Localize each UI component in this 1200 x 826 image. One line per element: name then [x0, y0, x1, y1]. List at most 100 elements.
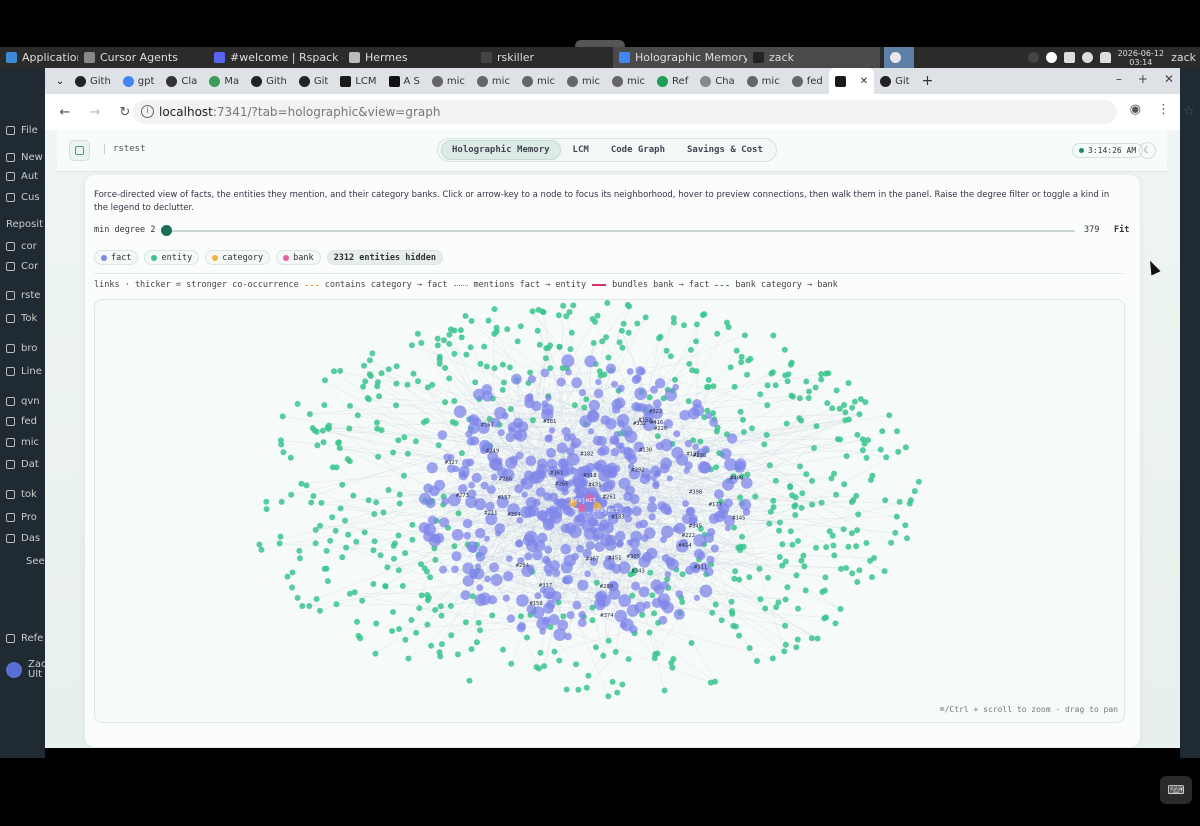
entity-node[interactable] — [310, 493, 317, 499]
entity-node[interactable] — [735, 544, 742, 551]
fact-node[interactable] — [523, 534, 535, 546]
fact-node[interactable] — [564, 632, 572, 641]
forward-button[interactable]: → — [85, 102, 105, 122]
fact-node[interactable] — [490, 573, 503, 586]
entity-node[interactable] — [524, 634, 530, 641]
entity-node[interactable] — [373, 499, 380, 506]
entity-node[interactable] — [772, 477, 779, 484]
fact-node[interactable] — [560, 543, 571, 555]
entity-node[interactable] — [354, 618, 360, 625]
entity-node[interactable] — [859, 436, 866, 443]
entity-node[interactable] — [893, 513, 900, 520]
entity-node[interactable] — [395, 437, 402, 444]
entity-node[interactable] — [838, 565, 844, 572]
entity-node[interactable] — [911, 488, 918, 495]
entity-node[interactable] — [624, 301, 631, 308]
entity-node[interactable] — [714, 330, 721, 337]
sidebar-item[interactable]: New — [6, 152, 43, 163]
legend-toggle-bank[interactable]: bank — [276, 250, 321, 265]
entity-node[interactable] — [313, 596, 320, 602]
sidebar-item[interactable]: Pro — [6, 512, 37, 523]
sidebar-item[interactable]: Cor — [6, 261, 38, 272]
fact-node[interactable] — [653, 470, 661, 478]
entity-node[interactable] — [737, 408, 744, 415]
fact-node[interactable] — [600, 415, 611, 425]
entity-node[interactable] — [434, 342, 441, 349]
entity-node[interactable] — [390, 542, 397, 549]
entity-node[interactable] — [374, 425, 381, 432]
entity-node[interactable] — [670, 319, 677, 326]
fact-node[interactable] — [684, 439, 693, 448]
fact-node[interactable] — [453, 405, 467, 418]
fact-node[interactable] — [468, 481, 475, 489]
entity-node[interactable] — [413, 629, 420, 636]
entity-node[interactable] — [432, 556, 439, 563]
fact-node[interactable] — [605, 534, 617, 546]
fact-node[interactable] — [515, 540, 523, 548]
entity-node[interactable] — [740, 429, 747, 435]
entity-node[interactable] — [423, 417, 430, 424]
entity-node[interactable] — [769, 369, 776, 376]
notification-app-icon[interactable] — [1027, 52, 1039, 63]
entity-node[interactable] — [491, 306, 498, 313]
entity-node[interactable] — [343, 544, 350, 551]
fact-node[interactable] — [685, 507, 694, 516]
fact-node[interactable] — [597, 522, 606, 531]
entity-node[interactable] — [390, 449, 397, 456]
fact-node[interactable] — [418, 492, 432, 505]
entity-node[interactable] — [446, 331, 453, 338]
browser-tab[interactable]: A S — [383, 68, 426, 94]
browser-tab[interactable]: mic — [606, 68, 651, 94]
fact-node[interactable] — [639, 519, 648, 529]
entity-node[interactable] — [390, 609, 396, 615]
entity-node[interactable] — [418, 340, 425, 346]
entity-node[interactable] — [339, 481, 346, 488]
maximize-icon[interactable]: + — [1138, 72, 1148, 86]
entity-node[interactable] — [506, 364, 513, 371]
sidebar-item[interactable]: fed — [6, 416, 37, 427]
entity-node[interactable] — [744, 371, 751, 378]
fact-node[interactable] — [546, 458, 558, 470]
entity-node[interactable] — [256, 541, 263, 548]
fact-node[interactable] — [556, 377, 566, 387]
entity-node[interactable] — [605, 693, 612, 700]
entity-node[interactable] — [361, 529, 368, 536]
entity-node[interactable] — [782, 622, 789, 629]
entity-node[interactable] — [855, 511, 862, 518]
entity-node[interactable] — [883, 454, 890, 461]
entity-node[interactable] — [327, 537, 334, 544]
fact-node[interactable] — [427, 515, 438, 525]
entity-node[interactable] — [746, 645, 753, 651]
sidebar-item[interactable]: See — [26, 556, 45, 567]
entity-node[interactable] — [831, 470, 837, 477]
entity-node[interactable] — [646, 394, 653, 401]
entity-node[interactable] — [344, 456, 351, 463]
fact-node[interactable] — [623, 505, 632, 515]
entity-node[interactable] — [619, 344, 626, 351]
fact-node[interactable] — [471, 472, 482, 483]
entity-node[interactable] — [625, 656, 632, 663]
fact-node[interactable] — [626, 368, 634, 375]
entity-node[interactable] — [803, 378, 810, 385]
entity-node[interactable] — [507, 406, 514, 412]
entity-node[interactable] — [681, 322, 687, 329]
fact-node[interactable] — [463, 531, 472, 540]
entity-node[interactable] — [789, 541, 796, 548]
entity-node[interactable] — [308, 499, 315, 506]
address-bar[interactable]: i localhost:7341/?tab=holographic&view=g… — [133, 100, 1195, 124]
fact-node[interactable] — [577, 579, 589, 591]
entity-node[interactable] — [321, 402, 328, 409]
entity-node[interactable] — [294, 400, 301, 407]
sidebar-item[interactable]: mic — [6, 437, 39, 448]
entity-node[interactable] — [892, 529, 899, 536]
entity-node[interactable] — [693, 338, 699, 345]
entity-node[interactable] — [724, 319, 730, 326]
sidebar-item[interactable]: Aut — [6, 171, 38, 182]
entity-node[interactable] — [402, 550, 409, 557]
fact-node[interactable] — [437, 430, 448, 440]
fact-node[interactable] — [548, 427, 556, 434]
entity-node[interactable] — [568, 329, 575, 336]
entity-node[interactable] — [766, 520, 773, 527]
entity-node[interactable] — [821, 587, 828, 594]
user-name[interactable]: zack — [1171, 51, 1196, 64]
